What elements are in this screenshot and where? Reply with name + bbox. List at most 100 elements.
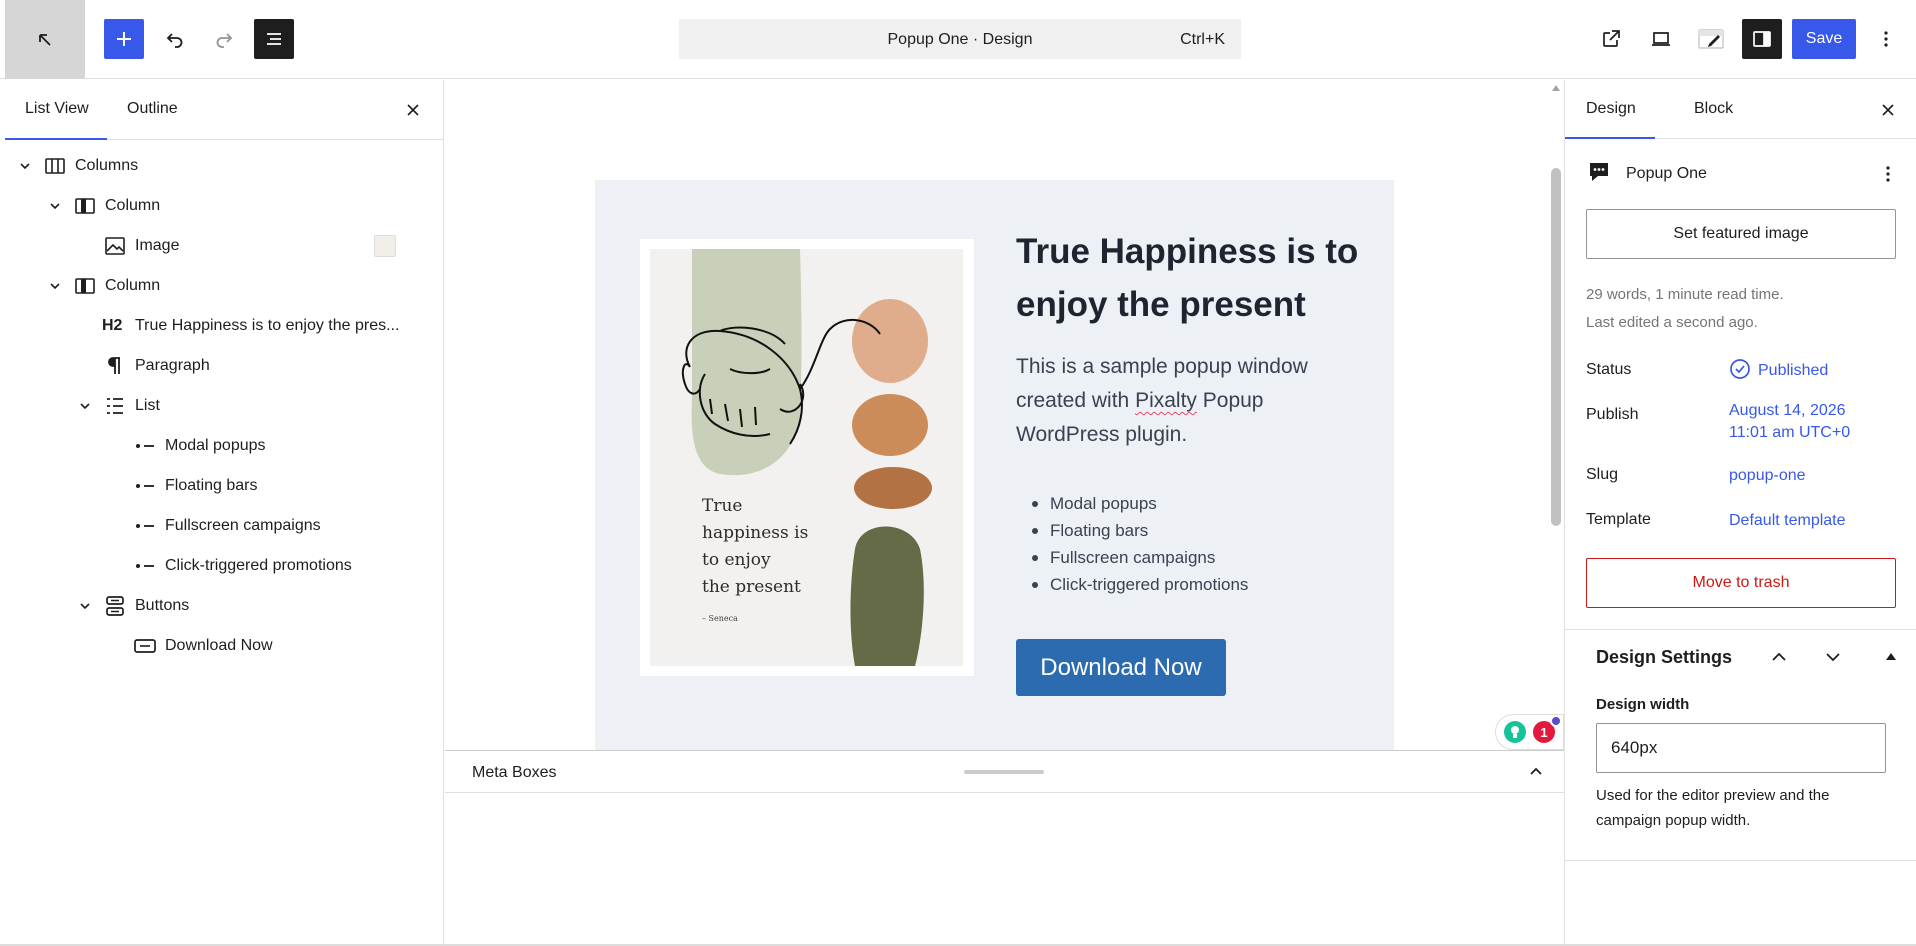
poster-author: – Seneca (702, 614, 738, 623)
list-item-column[interactable]: Column (5, 266, 443, 306)
document-meta: 29 words, 1 minute read time. Last edite… (1586, 281, 1784, 337)
publish-time-line: 11:01 am UTC+0 (1729, 424, 1851, 441)
arrow-up-left-icon (39, 33, 51, 46)
redo-icon (216, 33, 233, 48)
status-value[interactable]: Published (1758, 360, 1828, 382)
list-item-heading[interactable]: H2 True Happiness is to enjoy the pres..… (5, 306, 443, 346)
list-item-icon (136, 524, 154, 528)
document-overview-button[interactable] (254, 19, 294, 59)
tab-design[interactable]: Design (1586, 100, 1636, 118)
sidebar-tabs: Design Block (1565, 80, 1916, 139)
list-item-label: True Happiness is to enjoy the pres... (135, 317, 400, 334)
heading-icon: H2 (102, 317, 123, 334)
notification-dot (1550, 715, 1562, 727)
design-width-input[interactable] (1596, 723, 1886, 773)
resize-handle[interactable] (964, 770, 1044, 774)
list-item-columns[interactable]: Columns (5, 146, 443, 186)
active-tab-indicator (1565, 137, 1655, 139)
lightbulb-icon[interactable] (1504, 721, 1526, 743)
list-item-click-triggered-promotions[interactable]: Click-triggered promotions (5, 546, 443, 586)
list-item-label: Fullscreen campaigns (165, 517, 321, 534)
chevron-down-icon[interactable] (77, 598, 93, 614)
lightbulb-glyph (1511, 726, 1519, 738)
options-menu-button[interactable] (1866, 19, 1906, 59)
view-popup-button[interactable] (1591, 19, 1631, 59)
list-item-column[interactable]: Column (5, 186, 443, 226)
meta-boxes-title: Meta Boxes (472, 764, 557, 781)
list-item-label: Paragraph (135, 357, 210, 374)
chevron-up-icon[interactable] (1768, 646, 1790, 668)
list-item-buttons[interactable]: Buttons (5, 586, 443, 626)
quote-line: to enjoy (702, 550, 771, 570)
face-illustration (681, 249, 932, 666)
save-button[interactable]: Save (1792, 19, 1856, 59)
list-item-icon (136, 484, 154, 488)
list-item-floating-bars[interactable]: Floating bars (5, 466, 443, 506)
list-item-paragraph[interactable]: Paragraph (5, 346, 443, 386)
sidebar-icon (1753, 31, 1771, 47)
popup-preview[interactable]: True happiness is to enjoy the present –… (595, 180, 1394, 750)
design-width-label: Design width (1596, 696, 1690, 713)
column-icon (75, 278, 95, 294)
meta-boxes-header[interactable]: Meta Boxes (445, 751, 1564, 793)
settings-toggle-button[interactable] (1742, 19, 1782, 59)
back-to-dashboard-button[interactable] (5, 0, 85, 79)
chevron-up-icon[interactable] (1527, 763, 1545, 781)
styles-icon (1698, 29, 1724, 49)
tab-block[interactable]: Block (1694, 100, 1733, 118)
slug-value[interactable]: popup-one (1729, 465, 1806, 487)
popup-heading[interactable]: True Happiness is to enjoy the present (1016, 225, 1376, 331)
chevron-down-icon[interactable] (17, 158, 33, 174)
scroll-up-arrow-icon[interactable] (1551, 84, 1561, 92)
list-item-label: Image (135, 237, 180, 254)
list-item-label: Buttons (135, 597, 190, 614)
buttons-icon (106, 596, 124, 616)
poster-image: True happiness is to enjoy the present –… (650, 249, 963, 666)
styles-button[interactable] (1691, 19, 1731, 59)
collapse-triangle-icon[interactable] (1884, 650, 1898, 664)
close-icon[interactable] (403, 100, 423, 120)
paragraph-icon (108, 357, 120, 374)
scrollbar-thumb[interactable] (1551, 168, 1561, 526)
list-item-label: List (135, 397, 160, 414)
list-view-icon (267, 33, 281, 45)
popup-paragraph[interactable]: This is a sample popup window created wi… (1016, 350, 1346, 452)
undo-button[interactable] (155, 19, 195, 59)
popup-bubble-icon (1590, 163, 1608, 181)
editor-header: Popup One · Design Ctrl+K Save (0, 0, 1916, 79)
device-preview-button[interactable] (1641, 19, 1681, 59)
list-item-list[interactable]: List (5, 386, 443, 426)
redo-button[interactable] (204, 19, 244, 59)
slug-label: Slug (1586, 466, 1619, 483)
list-view-tabs: List View Outline (5, 80, 443, 140)
command-palette-bar[interactable]: Popup One · Design Ctrl+K (679, 19, 1241, 59)
template-label: Template (1586, 511, 1651, 528)
template-value[interactable]: Default template (1729, 510, 1846, 532)
chevron-down-icon[interactable] (1822, 646, 1844, 668)
move-to-trash-button[interactable]: Move to trash (1586, 558, 1896, 608)
design-width-help: Used for the editor preview and the camp… (1596, 787, 1830, 829)
list-item-image[interactable]: Image (5, 226, 443, 266)
divider (1565, 629, 1916, 630)
download-now-button[interactable]: Download Now (1016, 639, 1226, 696)
set-featured-image-button[interactable]: Set featured image (1586, 209, 1896, 259)
external-link-icon (1603, 30, 1620, 47)
vertical-ellipsis-icon[interactable] (1878, 164, 1898, 184)
last-edited: Last edited a second ago. (1586, 314, 1758, 331)
tab-outline[interactable]: Outline (127, 100, 178, 118)
list-item-fullscreen-campaigns[interactable]: Fullscreen campaigns (5, 506, 443, 546)
list-item: Modal popups (1016, 490, 1248, 517)
chevron-down-icon[interactable] (77, 398, 93, 414)
chevron-down-icon[interactable] (47, 278, 63, 294)
block-inserter-button[interactable] (104, 19, 144, 59)
list-item-download-now[interactable]: Download Now (5, 626, 443, 666)
tab-list-view[interactable]: List View (25, 100, 89, 118)
close-icon[interactable] (1878, 100, 1898, 120)
list-item-label: Floating bars (165, 477, 258, 494)
list-item-modal-popups[interactable]: Modal popups (5, 426, 443, 466)
vertical-ellipsis-icon (1884, 31, 1888, 47)
design-settings-title[interactable]: Design Settings (1596, 647, 1732, 668)
publish-date[interactable]: August 14, 2026 11:01 am UTC+0 (1729, 400, 1850, 444)
chevron-down-icon[interactable] (47, 198, 63, 214)
popup-list[interactable]: Modal popups Floating bars Fullscreen ca… (1016, 490, 1248, 598)
